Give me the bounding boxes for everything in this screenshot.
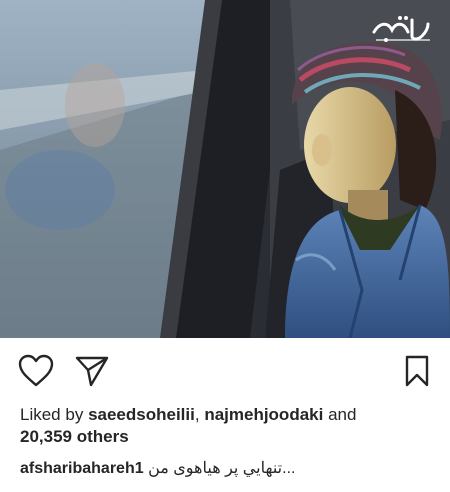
likes-summary: Liked by saeedsoheilii, najmehjoodaki an… (20, 404, 440, 448)
heart-icon[interactable] (18, 354, 54, 388)
photo-illustration (0, 0, 450, 338)
post-photo[interactable] (0, 0, 450, 338)
caption-username[interactable]: afsharibahareh1 (20, 460, 144, 477)
liked-user-2[interactable]: najmehjoodaki (204, 405, 323, 424)
caption-text: ...تنهايي پر هياهوى من (148, 460, 296, 477)
bookmark-icon[interactable] (402, 354, 432, 388)
liked-by-prefix: Liked by (20, 405, 84, 424)
liked-user-1[interactable]: saeedsoheilii (88, 405, 195, 424)
share-icon[interactable] (74, 354, 110, 388)
liked-separator: , (194, 405, 200, 424)
watermark-logo (366, 10, 436, 50)
and-word: and (328, 405, 357, 424)
action-bar (0, 338, 450, 402)
watermark-logo-graphic (372, 16, 430, 42)
others-count[interactable]: 20,359 others (20, 427, 129, 446)
post-caption: afsharibahareh1 ...تنهايي پر هياهوى من (20, 458, 440, 480)
